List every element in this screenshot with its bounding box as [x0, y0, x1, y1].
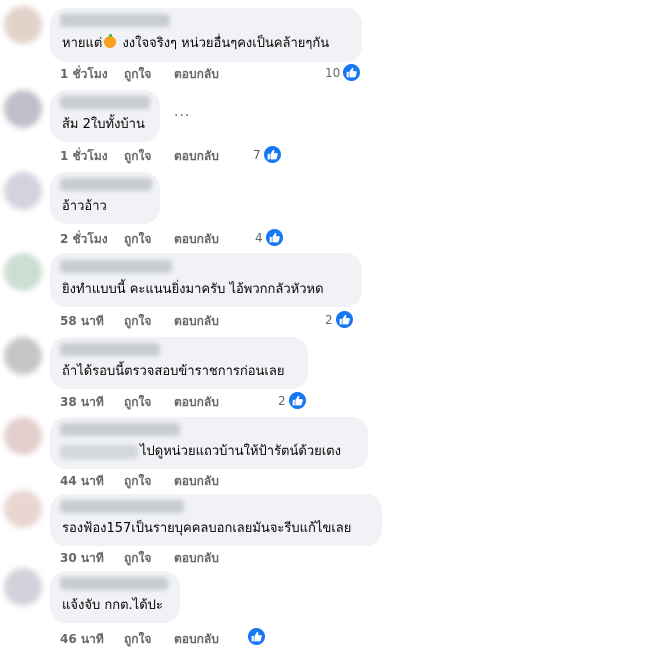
blurred-mention — [60, 445, 138, 459]
comment-text: ยิงทำแบบนี้ คะแนนยิ่งมาครับ ไอ้พวกกลัวหั… — [62, 282, 324, 297]
avatar[interactable] — [4, 172, 42, 210]
reaction-count[interactable]: 2 — [278, 391, 307, 410]
reaction-count[interactable]: 7 — [253, 145, 282, 164]
like-button[interactable]: ถูกใจ — [124, 630, 174, 649]
reaction-count[interactable] — [247, 627, 266, 646]
commenter-name[interactable] — [60, 577, 168, 590]
comment-text: รองฟ้อง157เป็นรายบุคคลบอกเลยมันจะรีบแก้ไ… — [62, 521, 352, 536]
like-thumb-icon — [342, 63, 362, 82]
comment-time[interactable]: 38 นาที — [60, 393, 124, 412]
comment-time[interactable]: 30 นาที — [60, 549, 124, 568]
commenter-name[interactable] — [60, 500, 184, 513]
like-button[interactable]: ถูกใจ — [124, 147, 174, 166]
comment-meta: 38 นาที ถูกใจ ตอบกลับ — [60, 393, 219, 412]
commenter-name[interactable] — [60, 260, 172, 273]
comment-bubble: ถ้าได้รอบนี้ตรวจสอบข้าราชการก่อนเลย — [50, 337, 308, 389]
avatar[interactable] — [4, 253, 42, 291]
reaction-count[interactable]: 4 — [255, 228, 284, 247]
like-button[interactable]: ถูกใจ — [124, 393, 174, 412]
comment-time[interactable]: 44 นาที — [60, 472, 124, 491]
avatar[interactable] — [4, 417, 42, 455]
like-button[interactable]: ถูกใจ — [124, 312, 174, 331]
like-button[interactable]: ถูกใจ — [124, 549, 174, 568]
commenter-name[interactable] — [60, 423, 180, 436]
avatar[interactable] — [4, 490, 42, 528]
comment-meta: 30 นาที ถูกใจ ตอบกลับ — [60, 549, 219, 568]
comment-text: ส้ม 2ใบทั้งบ้าน — [62, 117, 145, 132]
reply-button[interactable]: ตอบกลับ — [174, 230, 219, 249]
like-button[interactable]: ถูกใจ — [124, 65, 174, 84]
avatar[interactable] — [4, 568, 42, 606]
commenter-name[interactable] — [60, 343, 160, 356]
comment-bubble: ไปดูหน่วยแถวบ้านให้ป้ารัตน์ด้วยเตง — [50, 417, 368, 469]
comment-text: หายแต่ งงใจจริงๆ หน่วยอื่นๆคงเป็นคล้ายๆก… — [62, 34, 330, 51]
like-thumb-icon — [262, 145, 282, 164]
commenter-name[interactable] — [60, 14, 170, 27]
reply-button[interactable]: ตอบกลับ — [174, 630, 219, 649]
reaction-count[interactable]: 10 — [325, 63, 362, 82]
like-thumb-icon — [247, 627, 266, 646]
comment-meta: 2 ชั่วโมง ถูกใจ ตอบกลับ — [60, 230, 219, 249]
like-thumb-icon — [287, 391, 307, 410]
reply-button[interactable]: ตอบกลับ — [174, 549, 219, 568]
comment-text: แจ้งจับ กกต.ได้ปะ — [62, 598, 163, 613]
avatar[interactable] — [4, 6, 42, 44]
comment-meta: 1 ชั่วโมง ถูกใจ ตอบกลับ — [60, 147, 219, 166]
reaction-count[interactable]: 2 — [325, 310, 354, 329]
reply-button[interactable]: ตอบกลับ — [174, 65, 219, 84]
comment-time[interactable]: 1 ชั่วโมง — [60, 147, 124, 166]
avatar[interactable] — [4, 337, 42, 375]
comment-text: ไปดูหน่วยแถวบ้านให้ป้ารัตน์ด้วยเตง — [140, 444, 341, 459]
comment-bubble: อ้าวอ้าว — [50, 172, 160, 224]
reply-button[interactable]: ตอบกลับ — [174, 393, 219, 412]
comment-bubble: หายแต่ งงใจจริงๆ หน่วยอื่นๆคงเป็นคล้ายๆก… — [50, 8, 362, 62]
reply-button[interactable]: ตอบกลับ — [174, 147, 219, 166]
like-thumb-icon — [264, 228, 284, 247]
avatar[interactable] — [4, 90, 42, 128]
comment-time[interactable]: 2 ชั่วโมง — [60, 230, 124, 249]
comment-time[interactable]: 46 นาที — [60, 630, 124, 649]
comment-meta: 1 ชั่วโมง ถูกใจ ตอบกลับ — [60, 65, 219, 84]
comment-bubble: ส้ม 2ใบทั้งบ้าน — [50, 90, 160, 142]
commenter-name[interactable] — [60, 96, 150, 109]
reply-button[interactable]: ตอบกลับ — [174, 472, 219, 491]
comment-text: อ้าวอ้าว — [62, 199, 107, 214]
like-button[interactable]: ถูกใจ — [124, 230, 174, 249]
commenter-name[interactable] — [60, 178, 152, 191]
comment-meta: 58 นาที ถูกใจ ตอบกลับ — [60, 312, 219, 331]
reply-button[interactable]: ตอบกลับ — [174, 312, 219, 331]
like-button[interactable]: ถูกใจ — [124, 472, 174, 491]
comment-bubble: รองฟ้อง157เป็นรายบุคคลบอกเลยมันจะรีบแก้ไ… — [50, 494, 382, 546]
like-thumb-icon — [334, 310, 354, 329]
more-options-icon[interactable]: ... — [174, 104, 190, 120]
comment-time[interactable]: 58 นาที — [60, 312, 124, 331]
comment-bubble: แจ้งจับ กกต.ได้ปะ — [50, 571, 180, 623]
orange-emoji-icon — [104, 34, 117, 48]
comment-bubble: ยิงทำแบบนี้ คะแนนยิ่งมาครับ ไอ้พวกกลัวหั… — [50, 253, 362, 307]
comment-meta: 44 นาที ถูกใจ ตอบกลับ — [60, 472, 219, 491]
comment-time[interactable]: 1 ชั่วโมง — [60, 65, 124, 84]
comment-meta: 46 นาที ถูกใจ ตอบกลับ — [60, 630, 219, 649]
comment-text: ถ้าได้รอบนี้ตรวจสอบข้าราชการก่อนเลย — [62, 364, 285, 379]
